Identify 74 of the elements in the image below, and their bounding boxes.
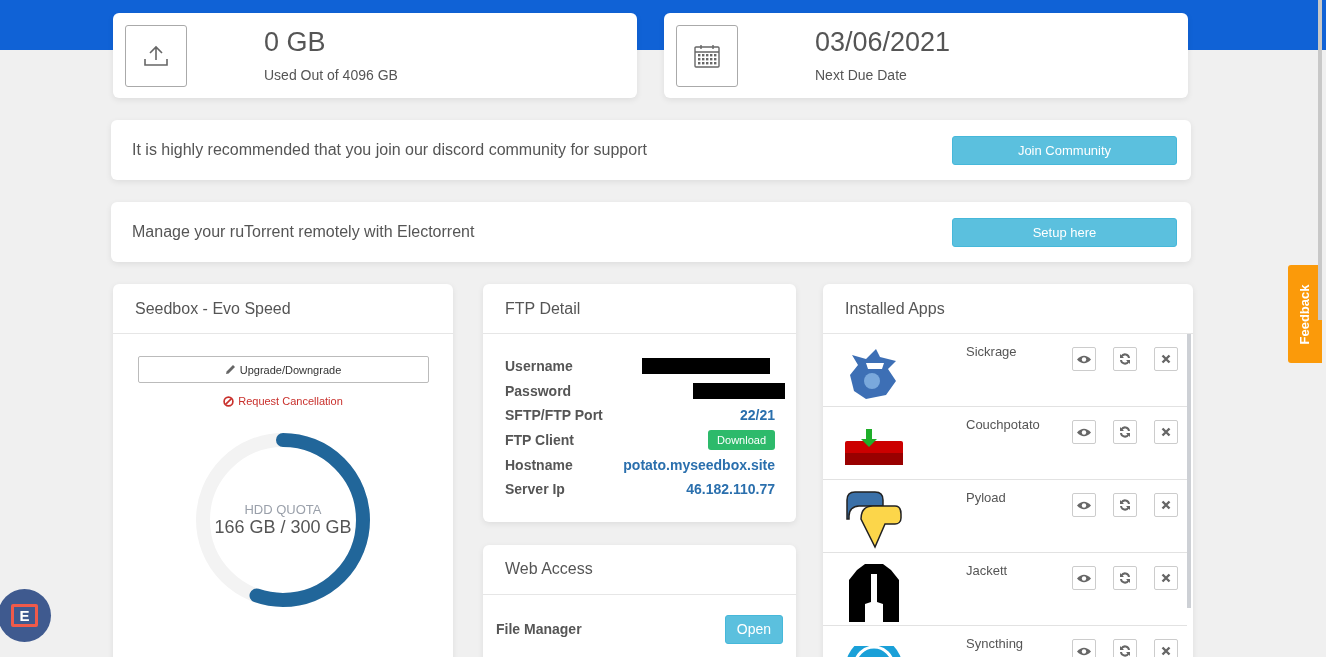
banner-button[interactable]: Setup here <box>952 217 1177 247</box>
pencil-icon <box>224 364 236 375</box>
scrollbar[interactable] <box>1187 334 1191 608</box>
refresh-icon <box>1119 499 1131 511</box>
stat-label: Used Out of 4096 GB <box>264 67 398 83</box>
view-button[interactable] <box>1072 566 1096 590</box>
field-label: Password <box>505 382 572 399</box>
restart-button[interactable] <box>1113 420 1137 444</box>
app-name: Pyload <box>966 490 1007 505</box>
close-icon <box>1161 500 1171 510</box>
card-title: Web Access <box>505 560 593 579</box>
app-name: Jackett <box>966 563 1009 578</box>
stat-value: 0 GB <box>264 26 327 59</box>
card-title: FTP Detail <box>505 299 581 318</box>
restart-button[interactable] <box>1113 639 1137 657</box>
view-button[interactable] <box>1072 347 1096 371</box>
restart-button[interactable] <box>1113 566 1137 590</box>
download-button[interactable]: Download <box>708 430 775 451</box>
calendar-icon <box>694 44 720 68</box>
stat-value: 03/06/2021 <box>815 26 951 59</box>
field-label: Server Ip <box>505 481 565 498</box>
view-button[interactable] <box>1072 493 1096 517</box>
app-name: Couchpotato <box>966 417 1041 432</box>
quota-label: HDD QUOTA <box>244 502 322 517</box>
eye-icon <box>1077 573 1091 583</box>
cancel-link[interactable]: Request Cancellation <box>223 395 343 407</box>
close-icon <box>1161 646 1171 656</box>
eye-icon <box>1077 427 1091 437</box>
field-label: Hostname <box>505 456 573 473</box>
banner-text: Manage your ruTorrent remotely with Electorrent <box>132 223 475 241</box>
remove-button[interactable] <box>1154 493 1178 517</box>
field-label: SFTP/FTP Port <box>505 407 603 424</box>
refresh-icon <box>1119 353 1131 365</box>
quota-reading: 166 GB / 300 GB <box>214 517 352 538</box>
chat-widget-button[interactable]: E <box>0 589 51 642</box>
open-button[interactable]: Open <box>724 614 783 644</box>
card-title: Seedbox - Evo Speed <box>135 299 291 318</box>
ban-icon <box>223 395 235 407</box>
app-name: Sickrage <box>966 344 1018 359</box>
banner-button[interactable]: Join Community <box>952 135 1177 165</box>
remove-button[interactable] <box>1154 566 1178 590</box>
couch-icon <box>845 429 903 465</box>
remove-button[interactable] <box>1154 347 1178 371</box>
jacket-icon <box>847 564 901 622</box>
eye-icon <box>1077 646 1091 656</box>
field-value: potato.myseedbox.site <box>623 456 775 473</box>
remove-button[interactable] <box>1154 639 1178 657</box>
close-icon <box>1161 573 1171 583</box>
eye-icon <box>1077 354 1091 364</box>
banner-text: It is highly recommended that you join our discord community for support <box>132 141 647 159</box>
field-label: FTP Client <box>505 432 574 449</box>
refresh-icon <box>1119 572 1131 584</box>
field-label: File Manager <box>496 621 582 638</box>
feedback-tab[interactable]: Feedback <box>1288 265 1322 363</box>
refresh-icon <box>1119 426 1131 438</box>
eye-icon <box>1077 500 1091 510</box>
refresh-icon <box>1119 645 1131 657</box>
app-name: Syncthing <box>966 636 1025 651</box>
restart-button[interactable] <box>1113 493 1137 517</box>
upgrade-button[interactable]: Upgrade/Downgrade <box>137 356 429 383</box>
field-value: 46.182.110.77 <box>686 481 775 498</box>
field-label: Username <box>505 358 573 375</box>
view-button[interactable] <box>1072 420 1096 444</box>
close-icon <box>1161 427 1171 437</box>
card-title: Installed Apps <box>845 299 945 318</box>
stat-label: Next Due Date <box>815 67 908 83</box>
upload-icon <box>143 45 169 67</box>
remove-button[interactable] <box>1154 420 1178 444</box>
scrollbar[interactable] <box>1318 0 1322 320</box>
snake-logo-icon <box>845 491 903 549</box>
view-button[interactable] <box>1072 639 1096 657</box>
close-icon <box>1161 354 1171 364</box>
field-value: 22/21 <box>739 407 775 424</box>
restart-button[interactable] <box>1113 347 1137 371</box>
